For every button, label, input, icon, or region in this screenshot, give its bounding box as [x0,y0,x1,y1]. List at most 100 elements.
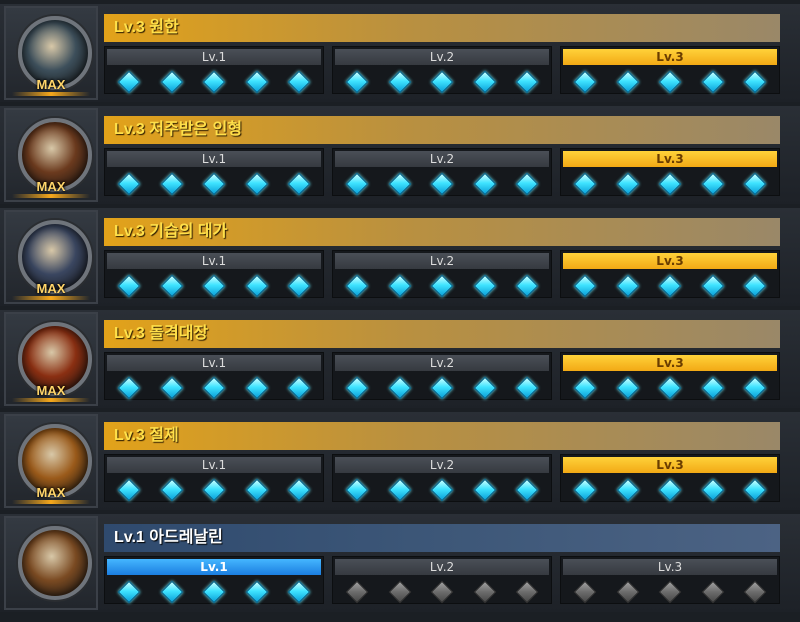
engraving-portrait[interactable]: MAX [4,414,98,508]
gem-row [571,376,769,400]
gray-gem-icon [616,580,639,604]
engraving-portrait[interactable]: MAX [4,6,98,100]
engraving-portrait[interactable]: MAX [4,210,98,304]
cyan-gem-icon [287,580,311,604]
engraving-row[interactable]: MAX Lv.3 원한 Lv.1 Lv.2 Lv.3 [0,4,800,102]
gem-row [343,478,541,502]
level-box-2[interactable]: Lv.2 [332,250,552,298]
engraving-title: Lv.3 절제 [104,422,780,450]
cyan-gem-icon [202,274,226,298]
cyan-gem-icon [701,478,724,502]
cyan-gem-icon [202,172,226,196]
cyan-gem-icon [515,70,539,94]
cyan-gem-icon [245,580,268,604]
cyan-gem-icon [117,274,141,298]
cyan-gem-icon [160,70,183,94]
max-glow [12,92,90,96]
gem-row [115,274,313,298]
cyan-gem-icon [245,274,268,298]
level-box-1[interactable]: Lv.1 [104,454,324,502]
level-box-3[interactable]: Lv.3 [560,556,780,604]
level-label: Lv.1 [107,457,321,473]
max-badge: MAX [36,485,66,500]
max-glow [12,500,90,504]
gray-gem-icon [658,580,682,604]
level-box-2[interactable]: Lv.2 [332,46,552,94]
gray-gem-icon [701,580,724,604]
cyan-gem-icon [616,376,639,400]
level-box-1[interactable]: Lv.1 [104,556,324,604]
engraving-portrait[interactable] [4,516,98,610]
cyan-gem-icon [117,172,141,196]
cyan-gem-icon [515,172,539,196]
engraving-title: Lv.3 기습의 대가 [104,218,780,246]
cyan-gem-icon [345,70,369,94]
engraving-row[interactable]: MAX Lv.3 절제 Lv.1 Lv.2 Lv.3 [0,412,800,510]
gem-row [571,478,769,502]
engraving-row[interactable]: MAX Lv.3 돌격대장 Lv.1 Lv.2 Lv.3 [0,310,800,408]
level-label: Lv.1 [107,151,321,167]
cyan-gem-icon [388,274,411,298]
max-badge: MAX [36,383,66,398]
max-glow [12,194,90,198]
max-badge: MAX [36,281,66,296]
cyan-gem-icon [287,172,311,196]
cyan-gem-icon [345,478,369,502]
engraving-portrait[interactable]: MAX [4,108,98,202]
level-box-1[interactable]: Lv.1 [104,148,324,196]
level-label: Lv.2 [335,559,549,575]
level-box-1[interactable]: Lv.1 [104,250,324,298]
max-glow [12,296,90,300]
cyan-gem-icon [117,478,141,502]
cyan-gem-icon [388,376,411,400]
max-glow [12,398,90,402]
cyan-gem-icon [515,478,539,502]
gem-row [343,376,541,400]
cyan-gem-icon [202,70,226,94]
cyan-gem-icon [388,478,411,502]
level-box-1[interactable]: Lv.1 [104,352,324,400]
level-box-3[interactable]: Lv.3 [560,148,780,196]
gem-row [343,70,541,94]
gray-gem-icon [743,580,767,604]
level-label: Lv.3 [563,151,777,167]
cyan-gem-icon [430,172,454,196]
level-label: Lv.1 [107,253,321,269]
level-label: Lv.3 [563,457,777,473]
level-label: Lv.1 [107,559,321,575]
engraving-portrait[interactable]: MAX [4,312,98,406]
level-box-1[interactable]: Lv.1 [104,46,324,94]
cyan-gem-icon [573,70,597,94]
cyan-gem-icon [245,376,268,400]
gem-row [115,478,313,502]
cyan-gem-icon [573,274,597,298]
level-box-3[interactable]: Lv.3 [560,454,780,502]
gem-row [571,70,769,94]
cyan-gem-icon [658,478,682,502]
level-box-2[interactable]: Lv.2 [332,556,552,604]
level-label: Lv.2 [335,253,549,269]
max-badge: MAX [36,179,66,194]
level-box-3[interactable]: Lv.3 [560,352,780,400]
level-label: Lv.2 [335,151,549,167]
level-label: Lv.2 [335,355,549,371]
level-box-3[interactable]: Lv.3 [560,46,780,94]
level-label: Lv.2 [335,49,549,65]
level-box-2[interactable]: Lv.2 [332,352,552,400]
level-box-2[interactable]: Lv.2 [332,454,552,502]
cyan-gem-icon [245,70,268,94]
cyan-gem-icon [743,172,767,196]
max-badge: MAX [36,77,66,92]
engraving-row[interactable]: Lv.1 아드레날린 Lv.1 Lv.2 Lv.3 [0,514,800,612]
engraving-row[interactable]: MAX Lv.3 저주받은 인형 Lv.1 Lv.2 Lv.3 [0,106,800,204]
cyan-gem-icon [345,376,369,400]
adrenaline-portrait-icon [18,526,92,600]
engraving-row[interactable]: MAX Lv.3 기습의 대가 Lv.1 Lv.2 Lv.3 [0,208,800,306]
gem-row [343,172,541,196]
cyan-gem-icon [430,376,454,400]
cyan-gem-icon [287,70,311,94]
level-box-3[interactable]: Lv.3 [560,250,780,298]
level-box-2[interactable]: Lv.2 [332,148,552,196]
cyan-gem-icon [473,274,496,298]
cyan-gem-icon [658,274,682,298]
